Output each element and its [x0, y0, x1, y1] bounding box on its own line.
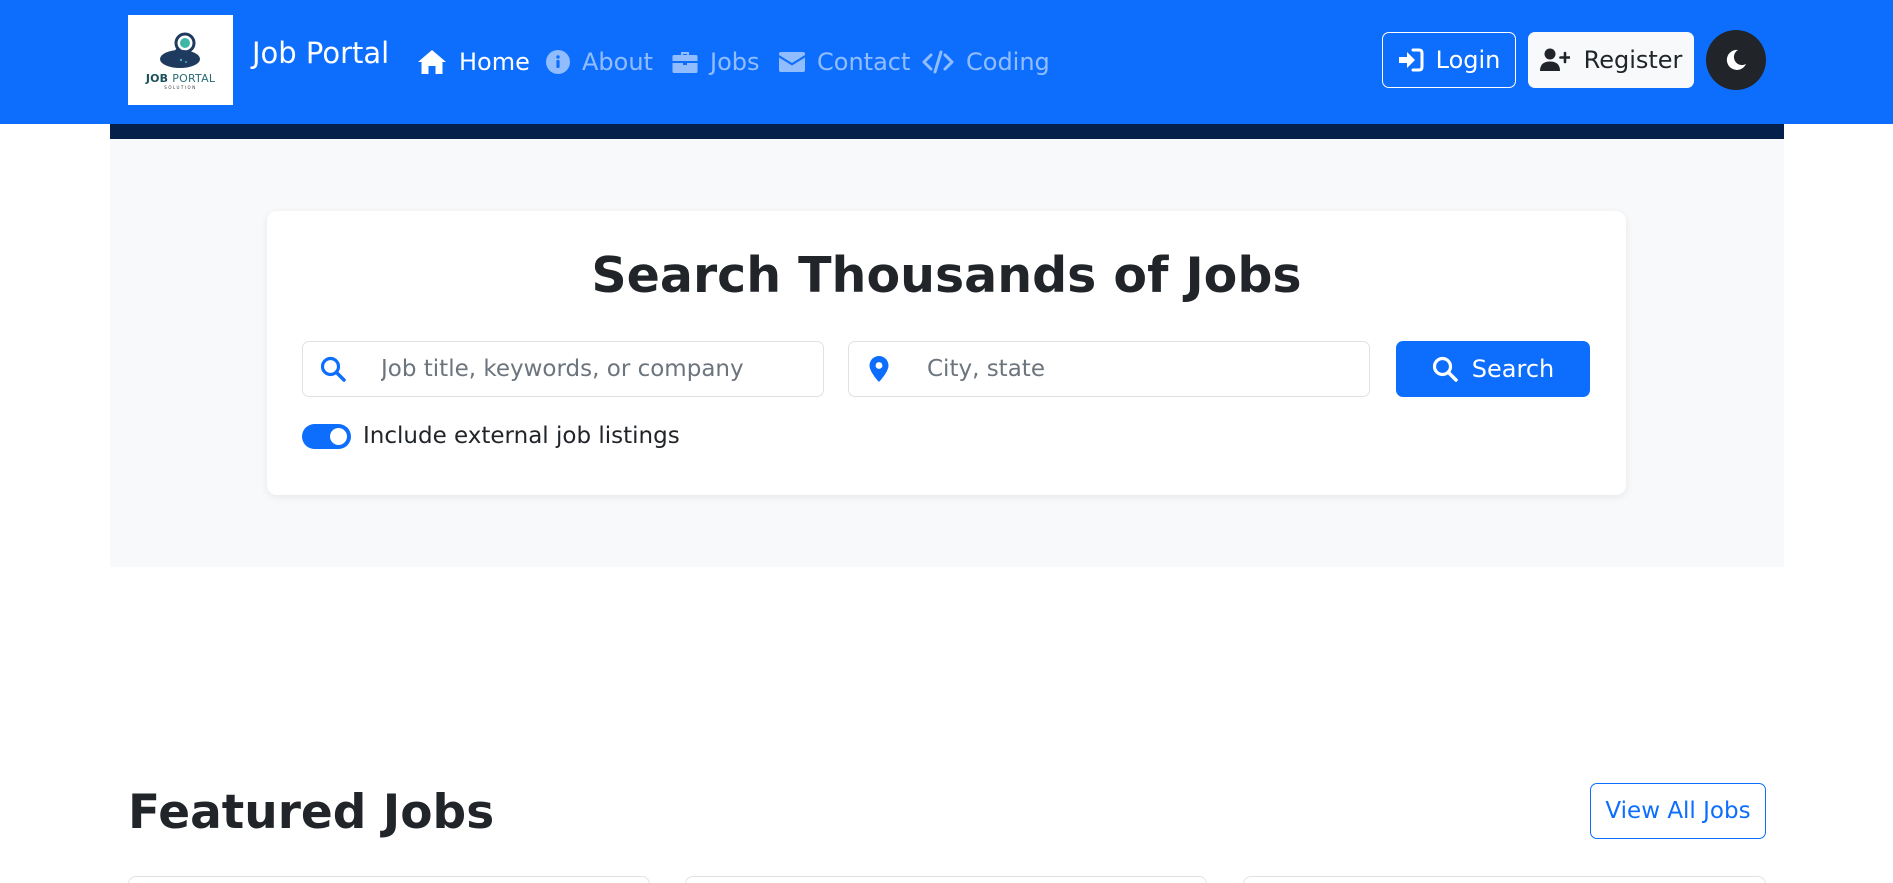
location-input-group — [848, 341, 1370, 397]
brand-name[interactable]: Job Portal — [252, 36, 389, 70]
logo-subtext: SOLUTION — [164, 85, 197, 90]
envelope-icon — [779, 52, 805, 72]
register-button[interactable]: Register — [1528, 32, 1694, 88]
view-all-jobs-button[interactable]: View All Jobs — [1590, 783, 1766, 839]
logo-wordmark: JOB PORTAL — [145, 72, 216, 85]
search-button[interactable]: Search — [1396, 341, 1590, 397]
search-button-label: Search — [1471, 355, 1555, 383]
job-card[interactable] — [128, 876, 650, 883]
nav-link-contact[interactable]: Contact — [779, 44, 910, 80]
search-card: Search Thousands of Jobs Search — [267, 211, 1626, 495]
user-plus-icon — [1539, 48, 1570, 71]
nav-link-label: About — [582, 48, 653, 76]
info-circle-icon — [546, 50, 570, 74]
job-card[interactable] — [1243, 876, 1766, 883]
featured-jobs-title: Featured Jobs — [128, 785, 495, 840]
moon-icon — [1726, 49, 1746, 70]
login-label: Login — [1435, 46, 1501, 74]
external-listings-row: Include external job listings — [302, 423, 680, 449]
search-icon — [1432, 356, 1458, 382]
nav-link-label: Home — [459, 48, 530, 76]
nav-link-jobs[interactable]: Jobs — [672, 44, 760, 80]
home-icon — [418, 50, 446, 74]
navbar: JOB PORTAL SOLUTION Job Portal Home Abou… — [0, 0, 1893, 124]
briefcase-icon — [672, 52, 698, 73]
search-icon — [303, 356, 363, 382]
register-label: Register — [1583, 46, 1683, 74]
theme-toggle-button[interactable] — [1706, 30, 1766, 90]
code-icon — [922, 50, 954, 74]
search-title: Search Thousands of Jobs — [591, 247, 1302, 304]
external-listings-toggle[interactable] — [302, 423, 351, 449]
nav-link-label: Contact — [817, 48, 911, 76]
header-divider-strip — [110, 124, 1784, 139]
nav-link-label: Coding — [966, 48, 1050, 76]
nav-link-about[interactable]: About — [546, 44, 653, 80]
nav-link-coding[interactable]: Coding — [922, 44, 1050, 80]
sign-in-icon — [1398, 48, 1424, 72]
login-button[interactable]: Login — [1382, 32, 1516, 88]
keyword-input-group — [302, 341, 824, 397]
map-marker-icon — [849, 356, 909, 382]
job-card[interactable] — [685, 876, 1207, 883]
location-input[interactable] — [909, 342, 1369, 396]
external-listings-label[interactable]: Include external job listings — [363, 423, 680, 449]
nav-link-home[interactable]: Home — [417, 44, 530, 80]
magnifier-logo-icon — [159, 32, 200, 68]
nav-link-label: Jobs — [710, 48, 760, 76]
toggle-knob — [330, 427, 347, 445]
keyword-search-input[interactable] — [363, 342, 823, 396]
site-logo[interactable]: JOB PORTAL SOLUTION — [128, 15, 233, 105]
